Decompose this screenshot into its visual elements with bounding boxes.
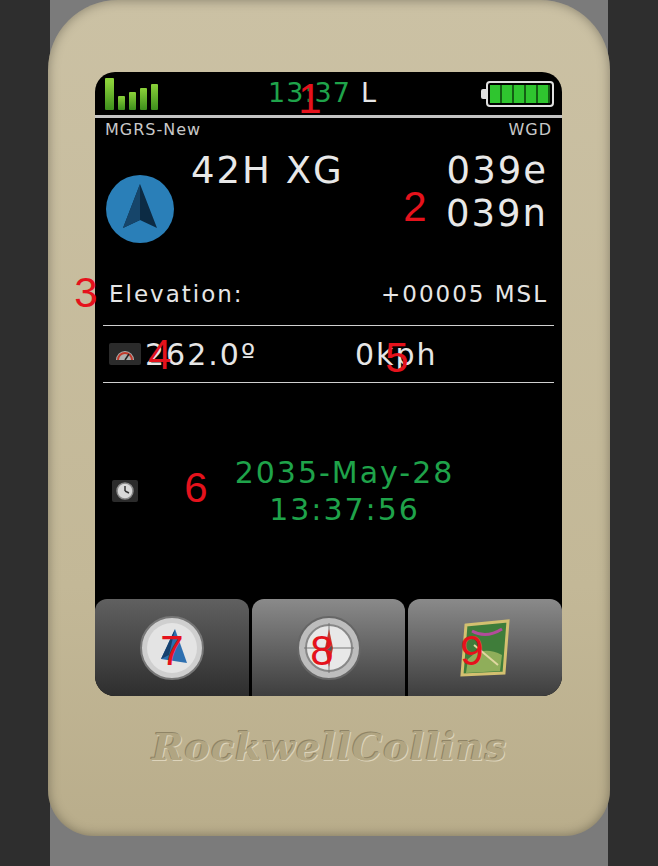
callout-number: 4 (148, 334, 171, 376)
signal-bar (151, 84, 158, 110)
callout-number: 9 (460, 630, 483, 672)
callout-number: 7 (160, 630, 183, 672)
motion-row: 262.0º 0kph (95, 326, 562, 382)
signal-bar (129, 92, 136, 110)
tab-map[interactable] (408, 599, 562, 696)
easting: 039e (446, 150, 548, 193)
status-time: 13:37 (268, 73, 351, 114)
map-icon (452, 615, 518, 681)
northing: 039n (446, 193, 548, 236)
speed: 0kph (355, 332, 438, 377)
clock-icon (109, 480, 141, 502)
position-row: 42H XG 039e 039n (95, 142, 562, 269)
grid-zone: 42H XG (191, 150, 430, 193)
battery-fill (490, 85, 550, 103)
signal-bar (118, 96, 125, 110)
heading: 262.0º (145, 332, 355, 377)
callout-number: 5 (385, 337, 408, 379)
callout-number: 6 (184, 467, 207, 509)
elevation-value: +00005 MSL (381, 277, 548, 312)
device-bezel: 13:37 L MGRS-New WGD 42H XG 03 (48, 0, 610, 836)
compass-icon (296, 615, 362, 681)
elevation-label: Elevation: (109, 277, 244, 312)
tab-bar (95, 599, 562, 696)
speedometer-icon (109, 343, 141, 365)
datum: WGD (508, 118, 552, 142)
time-zone: L (361, 73, 376, 114)
signal-icon (105, 78, 158, 110)
callout-number: 2 (403, 186, 426, 228)
status-bar: 13:37 L (95, 72, 562, 118)
datetime-panel: 2035-May-28 13:37:56 (95, 383, 562, 599)
brand-logo: RockwellCollins (95, 718, 564, 775)
callout-number: 1 (298, 78, 321, 120)
date: 2035-May-28 (141, 454, 548, 492)
tab-navigate[interactable] (95, 599, 249, 696)
navigate-icon (139, 615, 205, 681)
signal-bar (105, 78, 114, 110)
callout-number: 8 (310, 630, 333, 672)
grid-format: MGRS-New (105, 118, 201, 142)
callout-number: 3 (74, 272, 97, 314)
elevation-row: Elevation: +00005 MSL (95, 269, 562, 325)
north-arrow-icon (105, 174, 175, 244)
clock-time: 13:37:56 (141, 491, 548, 529)
device-view: 13:37 L MGRS-New WGD 42H XG 03 (0, 0, 658, 866)
tab-compass[interactable] (252, 599, 406, 696)
signal-bar (140, 88, 147, 110)
device-screen: 13:37 L MGRS-New WGD 42H XG 03 (95, 72, 562, 696)
battery-icon (486, 81, 554, 107)
